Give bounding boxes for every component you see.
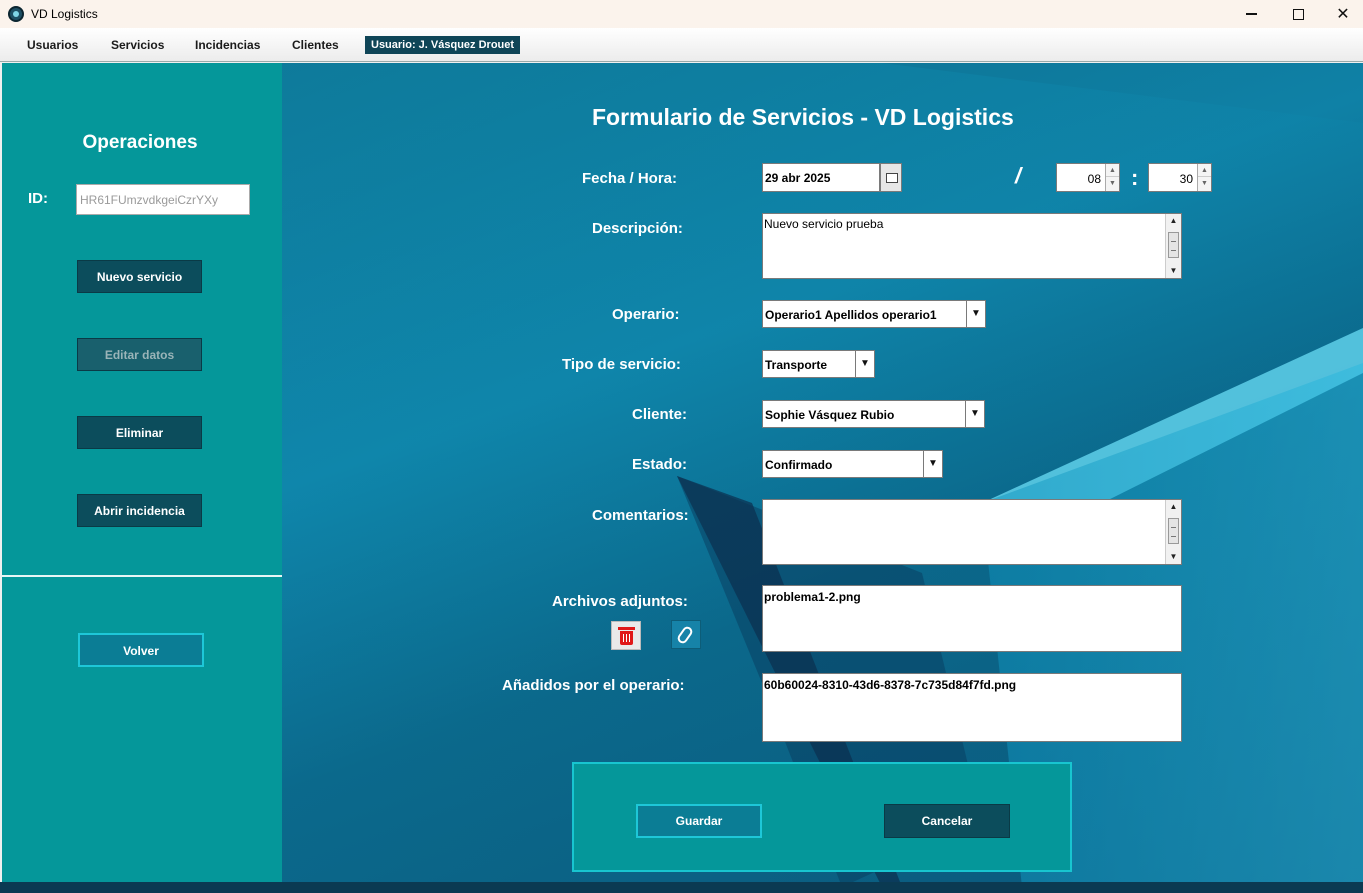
operator-label: Operario:	[612, 306, 680, 323]
spin-up-icon[interactable]: ▲	[1106, 164, 1119, 177]
status-value: Confirmado	[765, 458, 833, 472]
date-picker-button[interactable]	[880, 163, 902, 192]
comments-textarea[interactable]: ▲ ▼	[762, 499, 1182, 565]
window-title: VD Logistics	[31, 7, 98, 21]
trash-icon	[618, 627, 635, 630]
action-panel: Guardar Cancelar	[572, 762, 1072, 872]
scroll-thumb[interactable]	[1168, 518, 1179, 544]
id-label: ID:	[28, 190, 48, 207]
menu-servicios[interactable]: Servicios	[111, 38, 164, 52]
menu-clientes[interactable]: Clientes	[292, 38, 339, 52]
close-icon: ✕	[1336, 6, 1350, 23]
app-logo-icon	[8, 6, 24, 22]
chevron-down-icon[interactable]: ▼	[965, 401, 984, 427]
description-label: Descripción:	[592, 220, 683, 237]
scroll-up-icon[interactable]: ▲	[1166, 214, 1181, 228]
minute-spinner[interactable]: 30 ▲ ▼	[1148, 163, 1212, 192]
operator-select[interactable]: Operario1 Apellidos operario1 ▼	[762, 300, 986, 328]
list-item[interactable]: problema1-2.png	[764, 590, 1181, 604]
edit-data-button[interactable]: Editar datos	[77, 338, 202, 371]
delete-button[interactable]: Eliminar	[77, 416, 202, 449]
description-scrollbar[interactable]: ▲ ▼	[1165, 214, 1181, 278]
time-separator: :	[1131, 165, 1139, 190]
minimize-icon	[1245, 13, 1257, 15]
spin-down-icon[interactable]: ▼	[1198, 177, 1211, 190]
client-select[interactable]: Sophie Vásquez Rubio ▼	[762, 400, 985, 428]
spin-down-icon[interactable]: ▼	[1106, 177, 1119, 190]
save-button[interactable]: Guardar	[636, 804, 762, 838]
attachments-list[interactable]: problema1-2.png	[762, 585, 1182, 652]
attachments-label: Archivos adjuntos:	[552, 593, 688, 610]
comments-scrollbar[interactable]: ▲ ▼	[1165, 500, 1181, 564]
window-bottom-edge	[0, 882, 1363, 893]
minute-value: 30	[1179, 172, 1193, 186]
close-button[interactable]: ✕	[1320, 0, 1363, 28]
back-button[interactable]: Volver	[78, 633, 204, 667]
chevron-down-icon[interactable]: ▼	[966, 301, 985, 327]
datetime-label: Fecha / Hora:	[582, 170, 678, 187]
status-select[interactable]: Confirmado ▼	[762, 450, 943, 478]
service-type-value: Transporte	[765, 358, 828, 372]
paperclip-icon	[675, 624, 695, 646]
operator-files-list[interactable]: 60b60024-8310-43d6-8378-7c735d84f7fd.png	[762, 673, 1182, 742]
service-type-label: Tipo de servicio:	[562, 356, 681, 373]
main-panel: Formulario de Servicios - VD Logistics F…	[282, 63, 1363, 887]
menu-incidencias[interactable]: Incidencias	[195, 38, 260, 52]
client-label: Cliente:	[632, 406, 688, 423]
maximize-icon	[1292, 8, 1304, 20]
add-attachment-button[interactable]	[671, 620, 701, 649]
date-field[interactable]: 29 abr 2025	[762, 163, 880, 192]
menu-bar: Usuarios Servicios Incidencias Clientes	[0, 28, 1363, 62]
list-item[interactable]: 60b60024-8310-43d6-8378-7c735d84f7fd.png	[764, 678, 1181, 692]
new-service-button[interactable]: Nuevo servicio	[77, 260, 202, 293]
operator-value: Operario1 Apellidos operario1	[765, 308, 937, 322]
hour-spinner-arrows[interactable]: ▲ ▼	[1105, 164, 1119, 191]
sidebar-heading: Operaciones	[82, 132, 198, 153]
spin-up-icon[interactable]: ▲	[1198, 164, 1211, 177]
sidebar: Operaciones ID: HR61FUmzvdkgeiCzrYXy Nue…	[2, 63, 282, 882]
hour-spinner[interactable]: 08 ▲ ▼	[1056, 163, 1120, 192]
scroll-down-icon[interactable]: ▼	[1166, 550, 1181, 564]
minimize-button[interactable]	[1228, 0, 1274, 28]
sidebar-divider	[2, 575, 282, 577]
client-value: Sophie Vásquez Rubio	[765, 408, 895, 422]
hour-value: 08	[1087, 172, 1101, 186]
chevron-down-icon[interactable]: ▼	[855, 351, 874, 377]
minute-spinner-arrows[interactable]: ▲ ▼	[1197, 164, 1211, 191]
menu-usuarios[interactable]: Usuarios	[27, 38, 78, 52]
scroll-up-icon[interactable]: ▲	[1166, 500, 1181, 514]
status-label: Estado:	[632, 456, 688, 473]
form-title: Formulario de Servicios - VD Logistics	[592, 104, 1014, 130]
scroll-thumb[interactable]	[1168, 232, 1179, 258]
service-type-select[interactable]: Transporte ▼	[762, 350, 875, 378]
user-badge: Usuario: J. Vásquez Drouet	[365, 36, 521, 54]
description-text: Nuevo servicio prueba	[764, 217, 884, 231]
delete-attachment-button[interactable]	[611, 621, 641, 650]
id-field[interactable]: HR61FUmzvdkgeiCzrYXy	[76, 184, 250, 215]
cancel-button[interactable]: Cancelar	[884, 804, 1010, 838]
date-time-separator: /	[1015, 163, 1022, 188]
title-bar: VD Logistics ✕	[0, 0, 1363, 28]
scroll-down-icon[interactable]: ▼	[1166, 264, 1181, 278]
chevron-down-icon[interactable]: ▼	[923, 451, 942, 477]
maximize-button[interactable]	[1275, 0, 1321, 28]
description-textarea[interactable]: Nuevo servicio prueba ▲ ▼	[762, 213, 1182, 279]
comments-label: Comentarios:	[592, 507, 689, 524]
open-incident-button[interactable]: Abrir incidencia	[77, 494, 202, 527]
calendar-icon	[886, 173, 898, 183]
operator-added-label: Añadidos por el operario:	[502, 677, 685, 694]
